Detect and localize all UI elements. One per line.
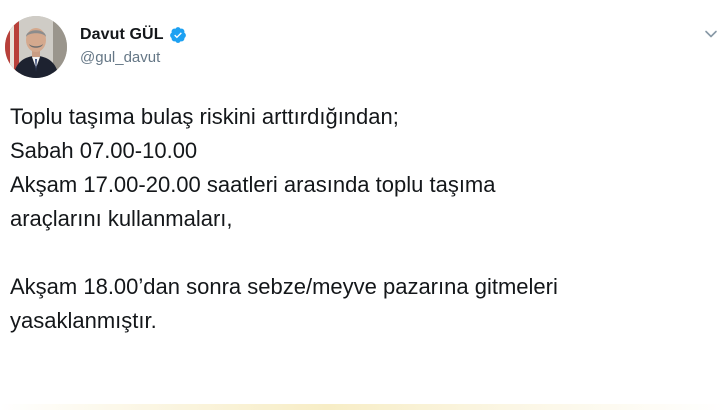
tweet-header: Davut GÜL @gul_davut [80,24,187,66]
tweet-text-line: araçlarını kullanmaları, [10,206,233,231]
media-preview-edge [0,404,727,410]
chevron-down-icon [705,30,717,38]
tweet-text-line: yasaklanmıştır. [10,308,157,333]
tweet-text-line: Toplu taşıma bulaş riskini arttırdığında… [10,104,399,129]
verified-badge-icon [169,26,187,44]
tweet-text-line: Akşam 17.00-20.00 saatleri arasında topl… [10,172,496,197]
avatar-image [5,16,67,78]
avatar[interactable] [5,16,67,78]
author-handle[interactable]: @gul_davut [80,49,187,66]
tweet-card: Davut GÜL @gul_davut Toplu taşıma bulaş … [0,0,727,410]
author-name-row: Davut GÜL [80,24,187,46]
tweet-text-line: Akşam 18.00’dan sonra sebze/meyve pazarı… [10,274,558,299]
tweet-text: Toplu taşıma bulaş riskini arttırdığında… [10,100,722,338]
author-display-name[interactable]: Davut GÜL [80,26,164,44]
tweet-text-line: Sabah 07.00-10.00 [10,138,198,163]
tweet-menu-button[interactable] [703,26,719,42]
